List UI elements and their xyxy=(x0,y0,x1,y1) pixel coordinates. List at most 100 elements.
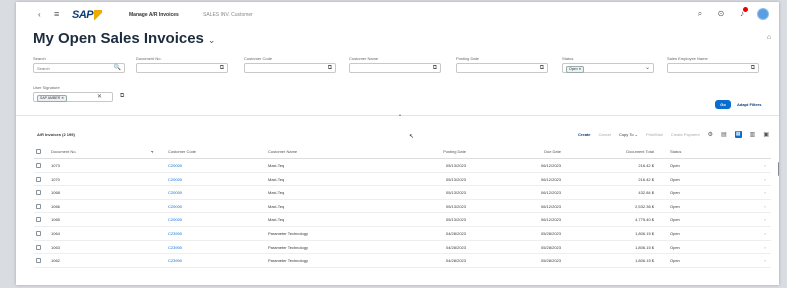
settings-icon[interactable]: ⚙ xyxy=(708,131,713,138)
user-signature-field[interactable]: SAP AMBER ✕ ✕ xyxy=(33,92,113,102)
shell-bar: ‹ ≡ SAP Manage A/R Invoices SALES INV. C… xyxy=(16,2,779,28)
bell-icon[interactable]: ♪ xyxy=(736,7,748,20)
chevron-right-icon[interactable]: › xyxy=(762,241,768,254)
customer-link[interactable]: C20000 xyxy=(168,213,263,226)
table-view-icon[interactable]: ▤ xyxy=(721,131,727,138)
customer-link[interactable]: C23900 xyxy=(168,227,263,240)
signature-token[interactable]: SAP AMBER ✕ xyxy=(37,95,68,102)
document-no-field[interactable]: ⧉ xyxy=(136,63,228,73)
filter-customer-code: Customer Code ⧉ xyxy=(244,56,336,73)
app-title[interactable]: Manage A/R Invoices xyxy=(129,12,179,18)
header-divider xyxy=(16,115,779,116)
row-checkbox[interactable] xyxy=(36,217,41,223)
table-row[interactable]: 1062 C23900 Parameter Technology 04/28/2… xyxy=(34,254,771,268)
row-checkbox[interactable] xyxy=(36,190,41,196)
filter-user-signature: User Signature SAP AMBER ✕ ✕ ⧉ xyxy=(33,85,125,102)
column-header-customer-name[interactable]: Customer Name xyxy=(268,145,388,158)
table-title: A/R Invoices (2 199) xyxy=(37,132,75,137)
invoice-table: Document No. ⫧ Customer Code Customer Na… xyxy=(34,145,771,268)
chevron-right-icon[interactable]: › xyxy=(762,254,768,267)
filter-icon[interactable]: ⫧ xyxy=(151,145,157,158)
customer-link[interactable]: C23900 xyxy=(168,241,263,254)
customer-code-field[interactable]: ⧉ xyxy=(244,63,336,73)
app-subtitle: SALES INV. Customer xyxy=(203,12,253,18)
collapse-header-icon[interactable]: ⌂ xyxy=(767,34,771,41)
table-row[interactable]: 1064 C23900 Parameter Technology 04/28/2… xyxy=(34,227,771,241)
app-window: ‹ ≡ SAP Manage A/R Invoices SALES INV. C… xyxy=(16,2,779,285)
value-help-icon[interactable]: ⧉ xyxy=(433,65,437,72)
chevron-right-icon[interactable]: › xyxy=(762,200,768,213)
select-all-checkbox[interactable] xyxy=(36,149,41,154)
copy-to-button[interactable]: Copy To ⌄ xyxy=(619,132,638,137)
search-icon[interactable]: ⌕ xyxy=(694,8,706,20)
column-header-document-total[interactable]: Document Total xyxy=(579,145,654,158)
help-icon[interactable]: ⊙ xyxy=(715,8,727,20)
customer-link[interactable]: C20000 xyxy=(168,173,263,186)
chevron-right-icon[interactable]: › xyxy=(762,159,768,172)
avatar[interactable] xyxy=(757,8,769,20)
posting-date-field[interactable]: ⧉ xyxy=(456,63,548,73)
value-help-icon[interactable]: ⧉ xyxy=(220,65,224,72)
list-view-icon[interactable]: ▦ xyxy=(734,130,742,138)
row-checkbox[interactable] xyxy=(36,203,41,209)
variant-dropdown-icon[interactable]: ⌄ xyxy=(208,35,216,45)
search-icon[interactable]: 🔍 xyxy=(114,65,121,72)
mouse-cursor-icon: ↖ xyxy=(409,134,415,140)
sales-employee-field[interactable]: ⧉ xyxy=(667,63,759,73)
row-checkbox[interactable] xyxy=(36,244,41,250)
chevron-right-icon[interactable]: › xyxy=(762,186,768,199)
search-input[interactable]: Search 🔍 xyxy=(33,63,125,73)
adapt-filters-button[interactable]: Adapt Filters xyxy=(737,100,761,109)
filter-customer-name: Customer Name ⧉ xyxy=(349,56,441,73)
go-button[interactable]: Go xyxy=(715,100,731,109)
page-title[interactable]: My Open Sales Invoices ⌄ xyxy=(33,30,215,47)
table-row[interactable]: 1066 C20000 Maxi-Teq 05/13/2023 06/12/20… xyxy=(34,200,771,214)
column-header-status[interactable]: Status xyxy=(670,145,710,158)
cancel-button[interactable]: Cancel xyxy=(598,132,610,137)
row-checkbox[interactable] xyxy=(36,230,41,236)
chevron-right-icon[interactable]: › xyxy=(762,213,768,226)
export-icon[interactable]: ▣ xyxy=(763,131,769,138)
table-row[interactable]: 1070 C20000 Maxi-Teq 05/13/2023 06/12/20… xyxy=(34,173,771,187)
table-row[interactable]: 1073 C20000 Maxi-Teq 05/13/2023 06/12/20… xyxy=(34,159,771,173)
row-checkbox[interactable] xyxy=(36,176,41,182)
value-help-icon[interactable]: ⧉ xyxy=(120,93,124,100)
column-header-posting-date[interactable]: Posting Date xyxy=(396,145,466,158)
chevron-down-icon[interactable]: ⌄ xyxy=(645,65,650,72)
table-row[interactable]: 1063 C23900 Parameter Technology 04/28/2… xyxy=(34,241,771,255)
sap-logo[interactable]: SAP xyxy=(72,9,102,21)
chevron-right-icon[interactable]: › xyxy=(762,173,768,186)
back-arrow-icon[interactable]: ‹ xyxy=(38,10,41,19)
customer-link[interactable]: C20000 xyxy=(168,200,263,213)
filter-search: Search Search 🔍 xyxy=(33,56,125,73)
filter-document-no: Document No. ⧉ xyxy=(136,56,228,73)
create-button[interactable]: Create xyxy=(578,132,590,137)
clear-icon[interactable]: ✕ xyxy=(97,94,102,101)
customer-link[interactable]: C20000 xyxy=(168,159,263,172)
print-mail-button[interactable]: Print/Mail xyxy=(646,132,663,137)
filter-posting-date: Posting Date ⧉ xyxy=(456,56,548,73)
table-toolbar: Create Cancel Copy To ⌄ Print/Mail Creat… xyxy=(578,130,769,138)
filter-sales-employee: Sales Employee Name ⧉ xyxy=(667,56,759,73)
customer-name-field[interactable]: ⧉ xyxy=(349,63,441,73)
collapse-handle-icon[interactable]: ▴ xyxy=(399,112,401,117)
column-header-document-no[interactable]: Document No. xyxy=(51,145,139,158)
create-payment-button[interactable]: Create Payment xyxy=(671,132,700,137)
hamburger-icon[interactable]: ≡ xyxy=(54,9,59,19)
table-row[interactable]: 1065 C20000 Maxi-Teq 05/13/2023 06/12/20… xyxy=(34,213,771,227)
chart-view-icon[interactable]: ▥ xyxy=(750,131,756,138)
status-select[interactable]: Open ✕ ⌄ xyxy=(562,63,654,73)
table-header-row: Document No. ⫧ Customer Code Customer Na… xyxy=(34,145,771,159)
value-help-icon[interactable]: ⧉ xyxy=(328,65,332,72)
column-header-due-date[interactable]: Due Date xyxy=(489,145,561,158)
column-header-customer-code[interactable]: Customer Code xyxy=(168,145,263,158)
row-checkbox[interactable] xyxy=(36,163,41,168)
customer-link[interactable]: C20000 xyxy=(168,186,263,199)
scrollbar[interactable] xyxy=(778,162,779,176)
table-row[interactable]: 1068 C20000 Maxi-Teq 05/13/2023 06/12/20… xyxy=(34,186,771,200)
calendar-icon[interactable]: ⧉ xyxy=(540,65,544,72)
customer-link[interactable]: C23900 xyxy=(168,254,263,267)
value-help-icon[interactable]: ⧉ xyxy=(751,65,755,72)
chevron-right-icon[interactable]: › xyxy=(762,227,768,240)
row-checkbox[interactable] xyxy=(36,258,41,264)
